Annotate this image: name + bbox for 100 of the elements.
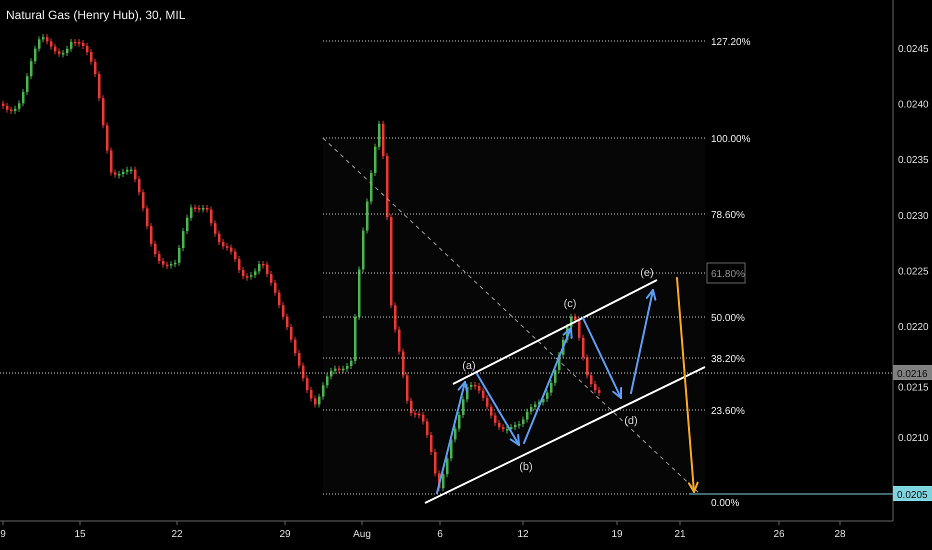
chart-title: Natural Gas (Henry Hub), 30, MIL xyxy=(6,8,186,22)
candlestick xyxy=(374,143,376,177)
candlestick xyxy=(138,176,140,196)
candlestick xyxy=(522,416,524,428)
candlestick xyxy=(546,389,548,402)
candlestick xyxy=(186,214,188,235)
candlestick xyxy=(122,168,124,178)
candlestick xyxy=(586,354,588,379)
candlestick xyxy=(126,166,128,176)
candlestick xyxy=(218,230,220,246)
price-tick-label: 0.0220 xyxy=(898,322,929,333)
candlestick xyxy=(22,88,24,107)
candlestick xyxy=(458,411,460,432)
candlestick xyxy=(510,424,512,433)
candlestick xyxy=(54,43,56,55)
candlestick xyxy=(366,198,368,234)
candlestick xyxy=(106,122,108,154)
time-tick-label: 29 xyxy=(279,529,291,540)
candlestick xyxy=(534,400,536,411)
candlestick xyxy=(294,336,296,357)
candlestick xyxy=(162,258,164,268)
candlestick xyxy=(494,412,496,426)
candlestick xyxy=(554,366,556,386)
candlestick xyxy=(42,34,44,43)
candlestick xyxy=(574,313,576,324)
candlestick xyxy=(50,38,52,50)
candlestick xyxy=(354,313,356,364)
fib-level-label: 50.00% xyxy=(711,313,745,324)
candlestick xyxy=(74,38,76,47)
candlestick xyxy=(34,45,36,65)
candlestick xyxy=(98,70,100,102)
candlestick xyxy=(506,426,508,434)
wave-label: (a) xyxy=(462,360,476,372)
candlestick xyxy=(82,40,84,50)
candlestick xyxy=(302,362,304,382)
wave-label: (e) xyxy=(640,267,654,279)
candlestick xyxy=(338,365,340,374)
candlestick xyxy=(466,383,468,403)
candlestick xyxy=(114,169,116,178)
candlestick xyxy=(478,382,480,394)
candlestick xyxy=(462,396,464,418)
candlestick xyxy=(426,418,428,438)
candlestick xyxy=(402,348,404,379)
candlestick xyxy=(470,381,472,390)
candlestick xyxy=(14,105,16,114)
candlestick xyxy=(38,36,40,52)
price-tick-label: 0.0210 xyxy=(898,433,929,444)
candlestick xyxy=(70,38,72,52)
candlestick xyxy=(178,244,180,266)
candlestick xyxy=(334,365,336,374)
candlestick xyxy=(190,204,192,222)
candlestick xyxy=(10,106,12,115)
price-tick-label: 0.0235 xyxy=(898,155,929,166)
candlestick xyxy=(502,424,504,433)
candlestick xyxy=(566,323,568,344)
candlestick xyxy=(222,238,224,250)
candlestick xyxy=(78,38,80,48)
candlestick xyxy=(350,357,352,370)
time-tick-label: 9 xyxy=(0,529,6,540)
candlestick xyxy=(150,222,152,248)
candlestick xyxy=(438,470,440,492)
candlestick xyxy=(454,425,456,443)
candlestick xyxy=(414,410,416,418)
price-tick-label: 0.0215 xyxy=(898,382,929,394)
candlestick xyxy=(342,365,344,374)
time-tick-label: 22 xyxy=(171,529,183,540)
candlestick xyxy=(46,34,48,45)
time-tick-label: Aug xyxy=(353,529,371,540)
time-tick-label: 26 xyxy=(773,529,785,540)
candlestick xyxy=(406,372,408,404)
candlestick xyxy=(582,334,584,362)
candlestick xyxy=(490,403,492,420)
candlestick xyxy=(594,380,596,394)
candlestick xyxy=(370,170,372,205)
candlestick xyxy=(198,204,200,213)
candlestick xyxy=(226,242,228,252)
wave-label: (b) xyxy=(519,461,533,473)
time-tick-label: 15 xyxy=(74,529,86,540)
candlestick xyxy=(562,336,564,358)
candlestick xyxy=(418,410,420,419)
candlestick xyxy=(422,411,424,425)
candlestick xyxy=(298,350,300,370)
price-badge-label: 0.0205 xyxy=(897,490,928,501)
candlestick xyxy=(270,270,272,286)
candlestick xyxy=(246,272,248,282)
candlestick xyxy=(318,393,320,408)
candlestick xyxy=(306,374,308,394)
candlestick xyxy=(378,120,380,150)
candlestick xyxy=(30,58,32,80)
candlestick xyxy=(254,268,256,279)
price-badge-label: 0.0216 xyxy=(897,369,928,380)
candlestick xyxy=(214,220,216,238)
candlestick xyxy=(18,100,20,112)
time-tick-label: 19 xyxy=(611,529,623,540)
fib-level-label: 61.80% xyxy=(706,262,746,284)
candlestick xyxy=(158,250,160,265)
candlestick xyxy=(194,204,196,212)
candlestick xyxy=(146,204,148,230)
candlestick xyxy=(202,204,204,213)
candlestick xyxy=(102,94,104,129)
